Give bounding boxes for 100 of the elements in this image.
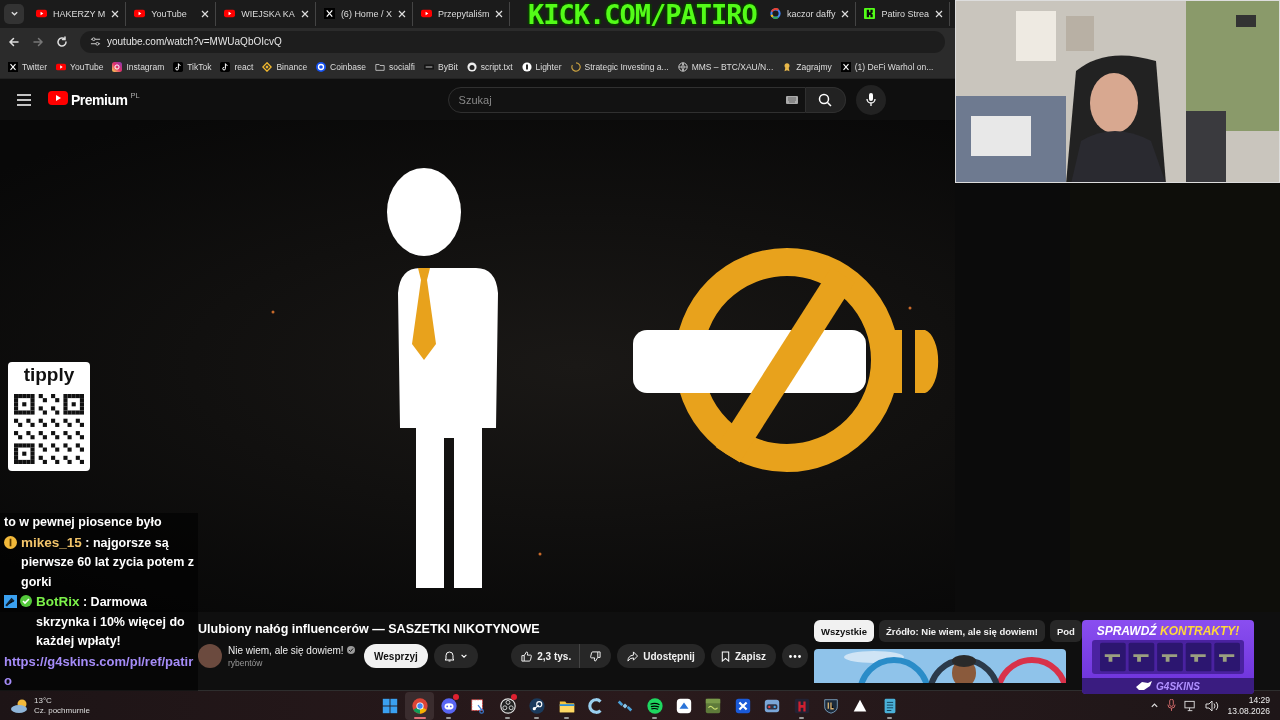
circle-logo-icon <box>521 61 532 72</box>
save-button[interactable]: Zapisz <box>710 644 776 669</box>
more-button[interactable] <box>782 644 808 669</box>
thumbs-up-icon <box>521 650 533 662</box>
like-button[interactable]: 2,3 tys. <box>511 644 581 669</box>
globe-icon <box>677 61 688 72</box>
channel-avatar[interactable] <box>198 644 222 669</box>
diamond-icon <box>262 61 273 72</box>
chat-message: mikes_15 : najgorsze są pierwsze 60 lat zycia potem z gorki <box>21 533 195 591</box>
support-button[interactable]: Wesprzyj <box>364 644 428 669</box>
taskbar-app[interactable] <box>404 691 435 720</box>
bookmark[interactable]: TikTok <box>173 61 212 72</box>
browser-tab[interactable]: Patiro Strea <box>858 1 950 26</box>
clock[interactable]: 14:29 13.08.2026 <box>1227 694 1270 717</box>
microphone-icon <box>865 92 876 107</box>
ad-brand: G4SKINS <box>1156 680 1200 692</box>
search-icon <box>818 92 833 107</box>
temperature: 13°C <box>34 695 53 706</box>
browser-tab[interactable]: Przepytaliśm <box>414 1 511 26</box>
browser-tab[interactable]: (6) Home / X <box>317 1 413 26</box>
camera-icon <box>112 61 123 72</box>
back-button[interactable] <box>8 35 20 48</box>
ring-logo-icon <box>770 8 782 20</box>
bookmark-icon <box>720 650 730 662</box>
close-icon <box>201 9 210 18</box>
subscriber-count: rybentów <box>228 657 264 668</box>
bookmark[interactable]: react <box>220 61 254 72</box>
close-icon <box>935 9 943 18</box>
chat-link[interactable]: https://g4skins.com/pl/ref/patiro <box>4 651 196 691</box>
browser-tab[interactable]: YouTube <box>128 1 217 26</box>
browser-tab[interactable]: HAKERZY M <box>30 1 127 26</box>
dislike-button[interactable] <box>580 644 612 669</box>
close-icon <box>300 9 309 18</box>
url-text: youtube.com/watch?v=MWUaQbOIcvQ <box>107 36 282 48</box>
filter-chip[interactable]: Pod <box>1050 620 1082 643</box>
chevron-down-icon <box>459 652 468 661</box>
reload-button[interactable] <box>56 35 68 48</box>
bookmark[interactable]: Binance <box>262 61 308 72</box>
forward-button[interactable] <box>32 35 44 48</box>
bookmark[interactable]: Strategic Investing a... <box>570 61 669 72</box>
video-title: Ulubiony nałóg influencerów — SASZETKI NIKOTYNOWE <box>198 622 541 637</box>
close-icon <box>495 9 504 18</box>
cloudy-weather-icon <box>10 697 30 714</box>
bot-badge-icon <box>4 595 17 608</box>
microphone-icon <box>1167 699 1177 713</box>
note-icon <box>173 61 184 72</box>
square-logo-icon <box>864 8 876 20</box>
bookmark[interactable]: YouTube <box>56 61 104 72</box>
chat-message: BotRix : Darmowa skrzynka i 10% więcej do każdej wpłaty! <box>36 593 186 650</box>
square-icon <box>792 696 811 715</box>
tab-list-button[interactable] <box>4 3 24 24</box>
forward-arrow-icon <box>32 35 44 48</box>
bookmark[interactable]: Instagram <box>112 61 165 72</box>
qr-code-icon <box>14 394 84 464</box>
reload-icon <box>56 35 68 48</box>
bookmark[interactable]: Zagrajmy <box>782 61 832 72</box>
bookmark[interactable]: ByBit <box>424 61 458 72</box>
filter-chip[interactable]: Źródło: Nie wiem, ale się dowiem! <box>878 620 1045 643</box>
share-button[interactable]: Udostępnij <box>617 644 705 669</box>
shield-logo-icon <box>822 696 841 715</box>
channel-name[interactable]: Nie wiem, ale się dowiem! <box>228 644 344 656</box>
notification-bell-button[interactable] <box>433 644 478 669</box>
weather-condition: Cz. pochmurnie <box>34 705 91 716</box>
play-logo-icon <box>224 8 236 20</box>
logo-text[interactable]: Premium <box>71 90 128 109</box>
more-icon <box>789 654 801 658</box>
tipply-logo: tipply <box>23 364 75 386</box>
play-logo-icon <box>56 61 67 72</box>
bookmark[interactable]: Twitter <box>8 61 48 72</box>
bookmark[interactable]: (1) DeFi Warhol on... <box>840 61 934 72</box>
circle-icon <box>498 696 517 715</box>
bookmark[interactable]: Lighter <box>521 61 562 72</box>
browser-tab[interactable]: WIEJSKA KA <box>218 1 316 26</box>
address-bar[interactable]: youtube.com/watch?v=MWUaQbOIcvQ <box>80 30 945 53</box>
search-field[interactable]: Szukaj <box>447 86 806 113</box>
close-icon <box>841 9 850 18</box>
bookmark[interactable]: script.txt <box>466 61 513 72</box>
back-arrow-icon <box>8 35 20 48</box>
bookmark[interactable]: MMS – BTC/XAU/N... <box>677 61 774 72</box>
bookmark[interactable]: socialfi <box>375 61 415 72</box>
stream-url-label: KICK.COM/PATIRO <box>528 1 757 29</box>
keyboard-icon <box>785 95 798 104</box>
play-logo-icon <box>134 8 146 20</box>
filter-chip[interactable]: Wszystkie <box>814 620 874 643</box>
voice-search-button[interactable] <box>855 84 886 115</box>
menu-button[interactable] <box>17 93 31 106</box>
close-icon <box>111 9 120 18</box>
circle-logo-icon <box>316 61 327 72</box>
bookmark[interactable]: Coinbase <box>316 61 367 72</box>
x-logo-icon <box>840 61 851 72</box>
wolf-logo-icon <box>1136 681 1153 691</box>
round-logo-icon <box>528 696 547 715</box>
windows-icon <box>381 696 400 715</box>
play-logo-icon <box>420 8 432 20</box>
browser-icon <box>410 696 429 715</box>
network-icon <box>1184 699 1198 712</box>
browser-tab[interactable]: kaczor daffy <box>764 1 857 26</box>
search-button[interactable] <box>805 86 846 113</box>
x-logo-icon <box>323 8 335 20</box>
circle-logo-icon <box>466 61 477 72</box>
